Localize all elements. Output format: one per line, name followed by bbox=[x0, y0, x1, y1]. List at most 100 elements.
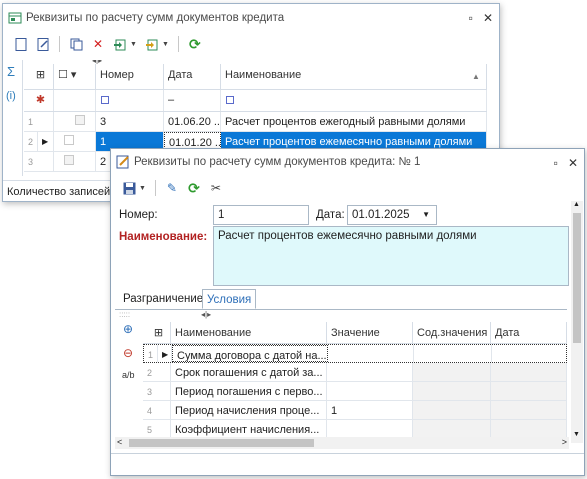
number-label: Номер: bbox=[119, 209, 158, 221]
name-value: Расчет процентов ежемесячно равными доля… bbox=[218, 230, 477, 242]
name-label: Наименование: bbox=[119, 231, 208, 243]
close-icon[interactable]: ✕ bbox=[568, 156, 578, 170]
scroll-down-icon[interactable]: ▼ bbox=[573, 431, 580, 438]
save-icon[interactable] bbox=[119, 178, 139, 198]
cond-rows: 1 ▶ Сумма договора с датой на... 2 Срок … bbox=[143, 344, 567, 450]
date-field[interactable]: 01.01.2025 ▼ bbox=[347, 205, 437, 225]
pencil-icon[interactable]: ✎ bbox=[162, 178, 182, 198]
date-dropdown-icon[interactable]: ▼ bbox=[422, 206, 430, 224]
cell-name: Период начисления проце... bbox=[171, 401, 327, 419]
row-checkbox[interactable] bbox=[54, 112, 96, 131]
scroll-thumb[interactable] bbox=[573, 213, 581, 343]
filter-number[interactable] bbox=[96, 90, 164, 111]
row-number: 1 bbox=[24, 112, 54, 131]
restore-icon[interactable]: ▫ bbox=[554, 156, 558, 170]
col-header-number[interactable]: Номер bbox=[96, 64, 164, 90]
refresh-icon[interactable]: ⟳ bbox=[184, 178, 204, 198]
select-all-checkbox[interactable]: ☐ ▾ bbox=[54, 64, 96, 90]
cell-name: Период погашения с перво... bbox=[171, 382, 327, 400]
row-checkbox[interactable] bbox=[54, 152, 96, 171]
fg-titlebar: Реквизиты по расчету сумм документов кре… bbox=[111, 149, 584, 175]
sort-az-icon[interactable]: a/b bbox=[122, 370, 135, 380]
cond-col-name[interactable]: Наименование bbox=[171, 322, 327, 344]
cond-col-value[interactable]: Значение bbox=[327, 322, 413, 344]
scroll-up-icon[interactable]: ▲ bbox=[573, 201, 580, 208]
cell-date bbox=[491, 401, 567, 419]
row-number: 3 bbox=[143, 382, 171, 400]
table-row-selected[interactable]: 1 ▶ Сумма договора с датой на... bbox=[143, 344, 567, 363]
new-doc-icon[interactable] bbox=[11, 34, 31, 54]
conditions-panel: ◂|▸ ::::: ⊕ ⊖ a/b ⊞ Наименование Значени… bbox=[115, 310, 567, 452]
refresh-icon[interactable]: ⟳ bbox=[185, 34, 205, 54]
cell-content bbox=[413, 420, 491, 438]
cond-col-content[interactable]: Сод.значения bbox=[413, 322, 491, 344]
row-pointer-icon: ▶ bbox=[38, 132, 54, 151]
tools-icon[interactable]: ✂ bbox=[206, 178, 226, 198]
filter-date[interactable]: – bbox=[164, 90, 221, 111]
cell-content bbox=[413, 401, 491, 419]
filter-name[interactable] bbox=[221, 90, 487, 111]
cell-date bbox=[492, 345, 567, 362]
bg-toolbar: ✕ ▼ ▼ ⟳ bbox=[3, 32, 499, 56]
table-row[interactable]: 4 Период начисления проце... 1 bbox=[143, 401, 567, 420]
cell-date: 01.06.20 ... bbox=[164, 112, 221, 131]
bg-side-panel: Σ (i) bbox=[3, 60, 23, 176]
restore-icon[interactable]: ▫ bbox=[469, 11, 473, 25]
form-scrollbar[interactable]: ▲ ▼ bbox=[571, 201, 583, 443]
filter-pin-icon[interactable]: ✱ bbox=[24, 90, 54, 111]
sum-icon[interactable]: Σ bbox=[7, 64, 15, 79]
cell-name: Срок погашения с датой за... bbox=[171, 363, 327, 381]
cell-value bbox=[327, 382, 413, 400]
tab-usloviya[interactable]: Условия bbox=[202, 289, 257, 309]
edit-doc-icon[interactable] bbox=[33, 34, 53, 54]
number-field[interactable]: 1 bbox=[213, 205, 309, 225]
info-icon[interactable]: (i) bbox=[6, 90, 16, 102]
cell-name: Сумма договора с датой на... bbox=[172, 345, 328, 362]
remove-row-icon[interactable]: ⊖ bbox=[123, 346, 133, 360]
horizontal-scrollbar[interactable]: < > bbox=[115, 437, 569, 449]
record-count-label: Количество записей bbox=[7, 186, 111, 198]
scroll-left-icon[interactable]: < bbox=[117, 437, 122, 447]
bg-titlebar: Реквизиты по расчету сумм документов кре… bbox=[3, 4, 499, 32]
splitter-handle[interactable]: ◂|▸ bbox=[201, 310, 211, 319]
tab-bar: Разграничение Условия bbox=[115, 289, 567, 310]
row-number: 2 bbox=[24, 132, 38, 151]
name-textarea[interactable]: Расчет процентов ежемесячно равными доля… bbox=[213, 226, 569, 286]
fg-toolbar: ▼ ✎ ⟳ ✂ bbox=[111, 175, 584, 201]
export-icon[interactable] bbox=[110, 34, 130, 54]
cell-value bbox=[327, 420, 413, 438]
add-row-icon[interactable]: ⊕ bbox=[123, 322, 133, 336]
cell-date bbox=[491, 420, 567, 438]
table-row[interactable]: 3 Период погашения с перво... bbox=[143, 382, 567, 401]
row-number: 2 bbox=[143, 363, 171, 381]
cell-value: 1 bbox=[327, 401, 413, 419]
table-row[interactable]: 2 Срок погашения с датой за... bbox=[143, 363, 567, 382]
grid-menu-icon[interactable]: ⊞ bbox=[24, 64, 54, 90]
filter-row: ✱ – bbox=[24, 90, 487, 112]
row-checkbox[interactable] bbox=[54, 132, 96, 151]
cond-grid-menu-icon[interactable]: ⊞ bbox=[143, 322, 171, 344]
copy-icon[interactable] bbox=[66, 34, 86, 54]
close-icon[interactable]: ✕ bbox=[483, 11, 493, 25]
drag-dots-icon: ::::: bbox=[119, 310, 131, 319]
scroll-right-icon[interactable]: > bbox=[562, 437, 567, 447]
cond-col-date[interactable]: Дата bbox=[491, 322, 567, 344]
row-pointer-icon: ▶ bbox=[158, 345, 172, 362]
toolbar-separator bbox=[154, 180, 156, 196]
export-dropdown-icon[interactable]: ▼ bbox=[130, 41, 137, 48]
table-row[interactable]: 1 3 01.06.20 ... Расчет процентов ежегод… bbox=[24, 112, 487, 132]
import-dropdown-icon[interactable]: ▼ bbox=[162, 41, 169, 48]
tab-razgranichenie[interactable]: Разграничение bbox=[119, 289, 207, 309]
fg-status-bar bbox=[111, 453, 584, 475]
import-icon[interactable] bbox=[142, 34, 162, 54]
save-dropdown-icon[interactable]: ▼ bbox=[139, 185, 146, 192]
row-number: 4 bbox=[143, 401, 171, 419]
h-scroll-thumb[interactable] bbox=[129, 439, 314, 447]
cell-name: Расчет процентов ежегодный равными долям… bbox=[221, 112, 487, 131]
delete-icon[interactable]: ✕ bbox=[88, 34, 108, 54]
date-value: 01.01.2025 bbox=[352, 209, 410, 221]
col-header-date[interactable]: Дата bbox=[164, 64, 221, 90]
sort-up-icon[interactable]: ▲ bbox=[472, 72, 480, 81]
col-header-name[interactable]: Наименование bbox=[221, 64, 487, 90]
date-label: Дата: bbox=[316, 209, 345, 221]
